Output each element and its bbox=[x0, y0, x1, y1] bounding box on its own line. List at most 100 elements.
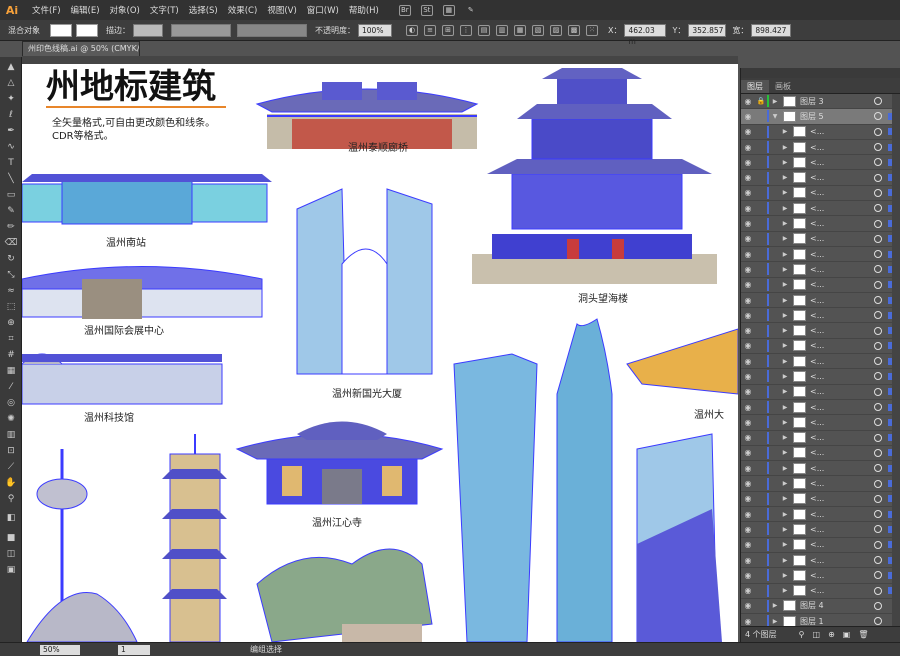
align-center-icon[interactable]: ▥ bbox=[496, 24, 508, 36]
tab-artboards[interactable]: 画板 bbox=[769, 80, 797, 93]
expand-icon[interactable]: ▶ bbox=[781, 465, 789, 472]
visibility-icon[interactable]: ◉ bbox=[741, 525, 755, 534]
layer-name[interactable]: <... bbox=[810, 311, 824, 320]
slice-tool-icon[interactable]: ⟋ bbox=[4, 460, 18, 473]
layer-row[interactable]: ◉ ▶ <... bbox=[741, 232, 900, 247]
eraser-tool-icon[interactable]: ⌫ bbox=[4, 236, 18, 249]
target-icon[interactable] bbox=[874, 127, 882, 136]
target-icon[interactable] bbox=[874, 219, 882, 228]
page-field[interactable]: 1 bbox=[118, 644, 150, 655]
expand-icon[interactable]: ▶ bbox=[781, 189, 789, 196]
target-icon[interactable] bbox=[874, 173, 882, 182]
menu-item[interactable]: 窗口(W) bbox=[307, 4, 339, 16]
x-label[interactable]: X： bbox=[608, 25, 621, 36]
layer-row[interactable]: ◉ ▶ <... bbox=[741, 492, 900, 508]
layer-row[interactable]: ◉ ▶ <... bbox=[741, 339, 900, 355]
zoom-tool-icon[interactable]: ⚲ bbox=[4, 492, 18, 505]
expand-icon[interactable]: ▶ bbox=[781, 281, 789, 288]
layer-row[interactable]: ◉ ▶ <... bbox=[741, 522, 900, 538]
layer-row[interactable]: ◉ ▼ 图层 5 bbox=[741, 109, 900, 125]
target-icon[interactable] bbox=[874, 112, 882, 121]
target-icon[interactable] bbox=[874, 418, 882, 427]
visibility-icon[interactable]: ◉ bbox=[741, 341, 755, 350]
expand-icon[interactable]: ▶ bbox=[771, 98, 779, 105]
layer-name[interactable]: <... bbox=[810, 326, 824, 335]
layer-row[interactable]: ◉ ▶ <... bbox=[741, 400, 900, 416]
brush-dropdown[interactable] bbox=[237, 23, 307, 37]
visibility-icon[interactable]: ◉ bbox=[741, 326, 755, 335]
layer-name[interactable]: <... bbox=[810, 341, 824, 350]
variable-width-dropdown[interactable] bbox=[171, 23, 231, 37]
fill-swatch[interactable] bbox=[50, 23, 72, 37]
opacity-field[interactable]: 100% bbox=[358, 23, 392, 37]
layer-row[interactable]: ◉ ▶ <... bbox=[741, 308, 900, 324]
target-icon[interactable] bbox=[874, 234, 882, 243]
visibility-icon[interactable]: ◉ bbox=[741, 586, 755, 595]
layer-name[interactable]: <... bbox=[810, 387, 824, 396]
layer-row[interactable]: ◉ ▶ <... bbox=[741, 415, 900, 431]
type-tool-icon[interactable]: T bbox=[4, 156, 18, 169]
target-icon[interactable] bbox=[874, 311, 882, 320]
expand-icon[interactable]: ▶ bbox=[781, 205, 789, 212]
expand-icon[interactable]: ▶ bbox=[781, 297, 789, 304]
layer-row[interactable]: ◉ ▶ <... bbox=[741, 278, 900, 293]
visibility-icon[interactable]: ◉ bbox=[741, 418, 755, 427]
expand-icon[interactable]: ▶ bbox=[781, 541, 789, 548]
layer-name[interactable]: <... bbox=[810, 234, 824, 243]
target-icon[interactable] bbox=[874, 479, 882, 488]
layer-name[interactable]: <... bbox=[810, 357, 824, 366]
target-icon[interactable] bbox=[874, 204, 882, 213]
collapse-icon[interactable]: ▼ bbox=[771, 113, 779, 120]
layer-row[interactable]: ◉ ▶ <... bbox=[741, 216, 900, 232]
target-icon[interactable] bbox=[874, 433, 882, 442]
expand-icon[interactable]: ▶ bbox=[781, 342, 789, 349]
target-icon[interactable] bbox=[874, 617, 882, 626]
visibility-icon[interactable]: ◉ bbox=[741, 617, 755, 626]
gradient-tool-icon[interactable]: ▦ bbox=[4, 364, 18, 377]
target-icon[interactable] bbox=[874, 143, 882, 152]
visibility-icon[interactable]: ◉ bbox=[741, 158, 755, 167]
visibility-icon[interactable]: ◉ bbox=[741, 387, 755, 396]
layers-scrollbar[interactable] bbox=[892, 94, 900, 626]
target-icon[interactable] bbox=[874, 601, 882, 610]
lock-icon[interactable]: 🔒 bbox=[755, 97, 767, 105]
pencil-tool-icon[interactable]: ✏ bbox=[4, 220, 18, 233]
target-icon[interactable] bbox=[874, 464, 882, 473]
expand-icon[interactable]: ▶ bbox=[781, 587, 789, 594]
target-icon[interactable] bbox=[874, 372, 882, 381]
align-middle-icon[interactable]: ▨ bbox=[550, 24, 562, 36]
reference-point-icon[interactable]: ⁙ bbox=[586, 24, 598, 36]
layer-row[interactable]: ◉ ▶ <... bbox=[741, 293, 900, 309]
layer-name[interactable]: <... bbox=[810, 158, 824, 167]
expand-icon[interactable]: ▶ bbox=[771, 602, 779, 609]
layer-name[interactable]: <... bbox=[810, 204, 824, 213]
layer-name[interactable]: <... bbox=[810, 219, 824, 228]
new-sublayer-icon[interactable]: ⊕ bbox=[828, 630, 835, 639]
expand-icon[interactable]: ▶ bbox=[781, 572, 789, 579]
pen-tool-icon[interactable]: ✒ bbox=[4, 124, 18, 137]
menu-item[interactable]: 视图(V) bbox=[267, 4, 296, 16]
expand-icon[interactable]: ▶ bbox=[781, 404, 789, 411]
curvature-tool-icon[interactable]: ∿ bbox=[4, 140, 18, 153]
visibility-icon[interactable]: ◉ bbox=[741, 265, 755, 274]
visibility-icon[interactable]: ◉ bbox=[741, 219, 755, 228]
visibility-icon[interactable]: ◉ bbox=[741, 433, 755, 442]
y-label[interactable]: Y： bbox=[672, 25, 685, 36]
layer-row[interactable]: ◉ ▶ <... bbox=[741, 186, 900, 202]
layer-name[interactable]: <... bbox=[810, 173, 824, 182]
layer-row[interactable]: ◉ ▶ <... bbox=[741, 431, 900, 446]
layer-row[interactable]: ◉ ▶ <... bbox=[741, 538, 900, 553]
visibility-icon[interactable]: ◉ bbox=[741, 464, 755, 473]
layer-row[interactable]: ◉ ▶ <... bbox=[741, 568, 900, 584]
layer-row[interactable]: ◉ ▶ <... bbox=[741, 323, 900, 339]
warp-tool-icon[interactable]: ≈ bbox=[4, 284, 18, 297]
layer-row[interactable]: ◉ ▶ <... bbox=[741, 247, 900, 263]
selection-tool-icon[interactable]: ▲ bbox=[4, 60, 18, 73]
expand-icon[interactable]: ▶ bbox=[781, 419, 789, 426]
align-bottom-icon[interactable]: ▩ bbox=[568, 24, 580, 36]
artboard-tool-icon[interactable]: ⊡ bbox=[4, 444, 18, 457]
visibility-icon[interactable]: ◉ bbox=[741, 296, 755, 305]
eyedropper-tool-icon[interactable]: ⁄ bbox=[4, 380, 18, 393]
target-icon[interactable] bbox=[874, 525, 882, 534]
mesh-tool-icon[interactable]: # bbox=[4, 348, 18, 361]
